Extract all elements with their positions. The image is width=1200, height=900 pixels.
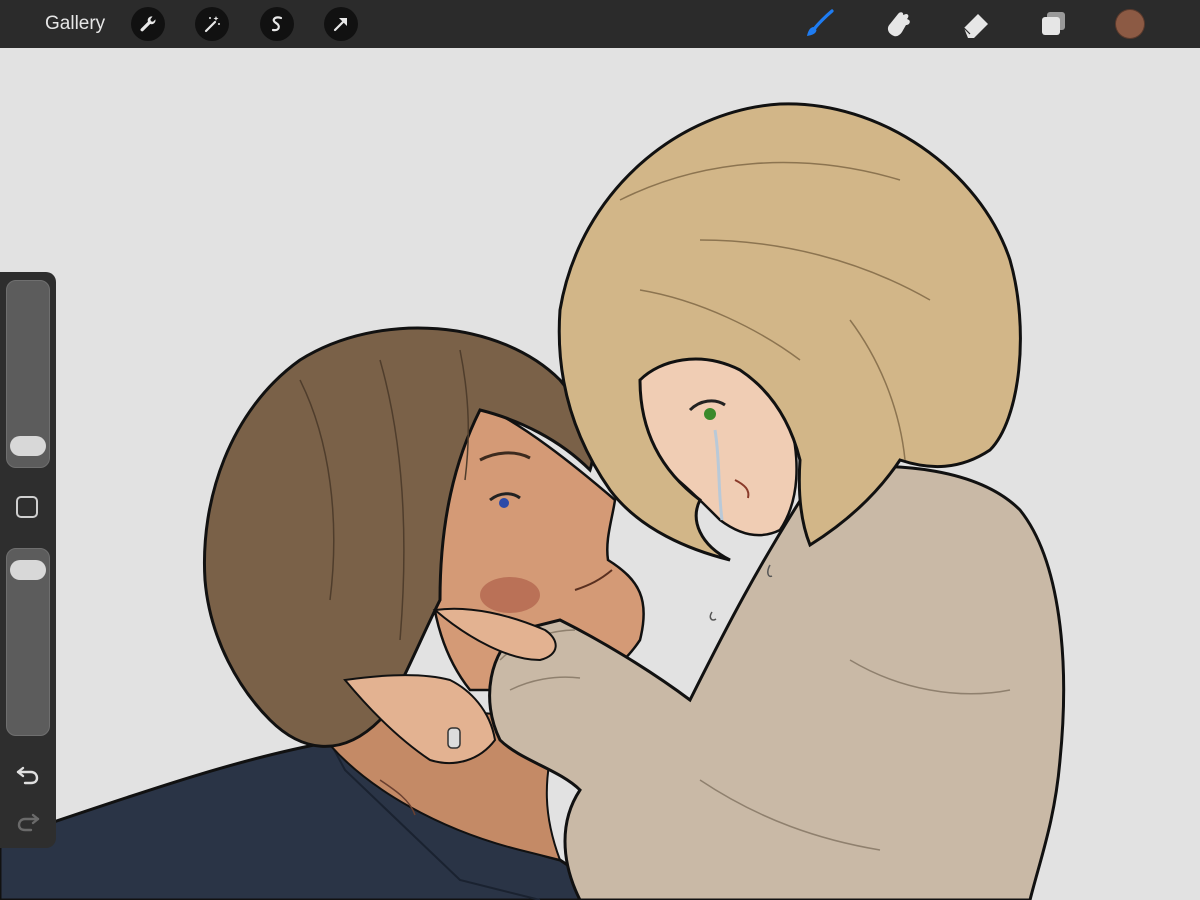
transform-button[interactable] — [324, 7, 358, 41]
gallery-button[interactable]: Gallery — [45, 12, 105, 36]
eraser-icon — [963, 14, 988, 38]
redo-button[interactable] — [14, 807, 42, 835]
artwork — [0, 102, 1066, 900]
brush-size-thumb[interactable] — [10, 436, 46, 456]
actions-button[interactable] — [131, 7, 165, 41]
magic-wand-icon — [204, 16, 220, 33]
wrench-icon — [140, 16, 156, 32]
modify-square-icon[interactable] — [16, 496, 38, 518]
redo-icon — [17, 813, 40, 832]
brush-icon — [807, 9, 834, 36]
smudge-tool[interactable] — [882, 8, 914, 40]
transform-arrow-icon — [333, 18, 347, 32]
selection-s-icon — [271, 16, 283, 32]
opacity-thumb[interactable] — [10, 560, 46, 580]
eraser-tool[interactable] — [960, 8, 992, 40]
selection-button[interactable] — [260, 7, 294, 41]
brush-size-slider[interactable] — [6, 280, 50, 468]
side-toolbar — [0, 272, 56, 848]
undo-icon — [16, 766, 39, 785]
top-toolbar: Gallery — [0, 0, 1200, 48]
adjustments-button[interactable] — [195, 7, 229, 41]
smudge-icon — [887, 12, 910, 37]
undo-button[interactable] — [14, 760, 42, 788]
layers-button[interactable] — [1038, 8, 1070, 40]
layers-icon — [1042, 12, 1065, 35]
opacity-slider[interactable] — [6, 548, 50, 736]
drawing-canvas[interactable] — [0, 48, 1200, 900]
brush-tool[interactable] — [804, 8, 836, 40]
color-picker-button[interactable] — [1115, 9, 1145, 39]
